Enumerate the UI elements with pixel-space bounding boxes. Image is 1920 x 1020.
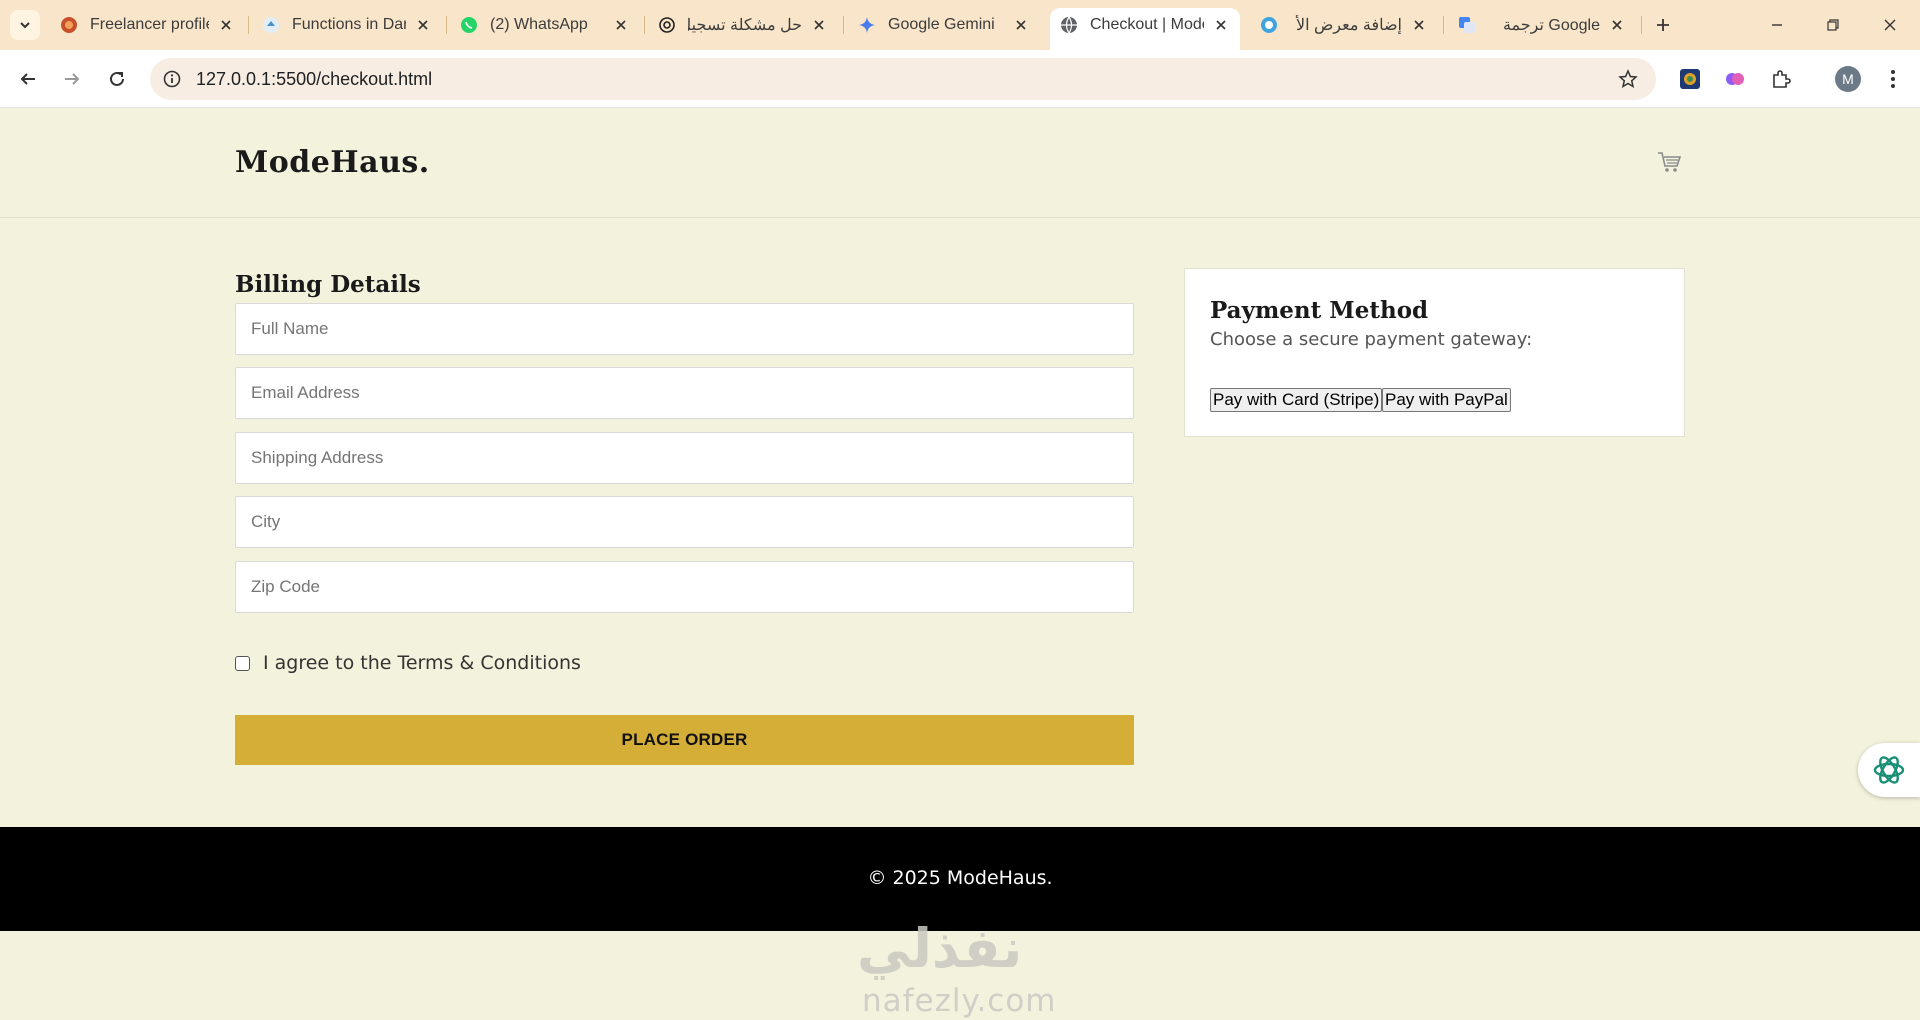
globe-icon [1060, 16, 1078, 34]
site-info-icon[interactable] [160, 67, 184, 91]
back-button[interactable] [12, 63, 44, 95]
watermark: نفذلي nafezly.com [840, 909, 1080, 1019]
whatsapp-icon [460, 16, 478, 34]
close-icon[interactable] [414, 16, 432, 34]
reload-button[interactable] [101, 63, 133, 95]
minimize-icon [1772, 24, 1782, 26]
tab-label: Checkout | Mode [1090, 16, 1204, 33]
bookmark-star-icon[interactable] [1616, 67, 1640, 91]
tab-strip: Freelancer profile Functions in Dart (2)… [0, 0, 1920, 50]
close-icon[interactable] [1410, 16, 1428, 34]
tab-label: Freelancer profile [90, 16, 209, 33]
assistant-icon [1873, 756, 1905, 784]
restore-button[interactable] [1818, 10, 1848, 40]
forward-button[interactable] [56, 63, 88, 95]
freelancer-icon [60, 16, 78, 34]
payment-method-card: Payment Method Choose a secure payment g… [1184, 268, 1685, 437]
close-icon [1884, 19, 1896, 31]
arrow-left-icon [20, 73, 35, 85]
terms-agreement: I agree to the Terms & Conditions [235, 652, 581, 674]
full-name-field[interactable] [235, 303, 1134, 355]
tab-translate[interactable]: Google ترجمة [1448, 8, 1636, 42]
extensions-puzzle-icon[interactable] [1768, 66, 1794, 92]
tab-label: Google Gemini [888, 16, 995, 33]
tab-divider [248, 16, 249, 34]
tab-label: Google ترجمة [1502, 17, 1600, 34]
close-window-button[interactable] [1875, 10, 1905, 40]
url-text: 127.0.0.1:5500/checkout.html [196, 69, 433, 89]
pay-paypal-button[interactable]: Pay with PayPal [1382, 388, 1511, 412]
footer-copyright: © 2025 ModeHaus. [867, 867, 1053, 889]
tab-label: (2) WhatsApp [490, 16, 588, 33]
terms-label[interactable]: I agree to the Terms & Conditions [263, 652, 581, 674]
chatgpt-icon [658, 16, 676, 34]
payment-subtitle: Choose a secure payment gateway: [1210, 329, 1533, 350]
plus-icon [1657, 19, 1669, 31]
tab-whatsapp[interactable]: (2) WhatsApp [450, 8, 640, 42]
address-bar[interactable]: 127.0.0.1:5500/checkout.html [150, 58, 1656, 100]
close-icon[interactable] [1212, 16, 1230, 34]
brand-logo[interactable]: ModeHaus. [235, 145, 430, 180]
billing-title: Billing Details [235, 271, 421, 298]
assistant-button[interactable] [1858, 743, 1920, 797]
pay-stripe-button[interactable]: Pay with Card (Stripe) [1210, 388, 1383, 412]
site-header: ModeHaus. [0, 109, 1920, 218]
zip-code-field[interactable] [235, 561, 1134, 613]
reload-icon [110, 71, 124, 86]
place-order-button[interactable]: PLACE ORDER [235, 715, 1134, 765]
tab-checkout[interactable]: Checkout | Mode [1050, 8, 1240, 50]
close-icon[interactable] [1608, 16, 1626, 34]
chrome-web-icon [1260, 16, 1278, 34]
new-tab-button[interactable] [1650, 12, 1676, 38]
cart-icon[interactable] [1656, 149, 1682, 175]
close-icon[interactable] [217, 16, 235, 34]
terms-checkbox[interactable] [235, 655, 250, 671]
minimize-button[interactable] [1762, 10, 1792, 40]
close-icon[interactable] [810, 16, 828, 34]
dart-icon [262, 16, 280, 34]
extension-brain-icon[interactable] [1722, 66, 1748, 92]
profile-avatar[interactable]: M [1835, 66, 1861, 92]
tab-gemini[interactable]: Google Gemini [848, 8, 1040, 42]
chevron-down-icon [20, 22, 30, 29]
email-field[interactable] [235, 367, 1134, 419]
close-icon[interactable] [1012, 16, 1030, 34]
tab-chatgpt[interactable]: حل مشكلة تسجيل [648, 8, 838, 42]
tab-dart[interactable]: Functions in Dart [252, 8, 442, 42]
gemini-icon [858, 16, 876, 34]
watermark-domain: nafezly.com [862, 983, 1057, 1019]
extension-photo-icon[interactable] [1677, 66, 1703, 92]
restore-icon [1827, 19, 1839, 31]
tab-search-button[interactable] [10, 10, 40, 40]
page: ModeHaus. Billing Details I agree to the… [0, 109, 1920, 1020]
tab-divider [446, 16, 447, 34]
browser-menu-icon[interactable] [1880, 66, 1906, 92]
tab-divider [1443, 16, 1444, 34]
tab-label: حل مشكلة تسجيل [688, 17, 802, 34]
browser-toolbar: 127.0.0.1:5500/checkout.html M [0, 50, 1920, 108]
tab-divider [1641, 16, 1642, 34]
tab-gallery[interactable]: إضافة معرض الأ [1250, 8, 1438, 42]
arrow-right-icon [65, 73, 80, 85]
city-field[interactable] [235, 496, 1134, 548]
close-icon[interactable] [612, 16, 630, 34]
tab-divider [644, 16, 645, 34]
translate-icon [1458, 16, 1476, 34]
watermark-mark: نفذلي [857, 917, 1023, 980]
tab-label: Functions in Dart [292, 16, 406, 33]
tab-divider [843, 16, 844, 34]
tab-freelancer[interactable]: Freelancer profile [50, 8, 245, 42]
tab-label: إضافة معرض الأ [1295, 17, 1402, 34]
shipping-address-field[interactable] [235, 432, 1134, 484]
payment-title: Payment Method [1210, 297, 1429, 324]
